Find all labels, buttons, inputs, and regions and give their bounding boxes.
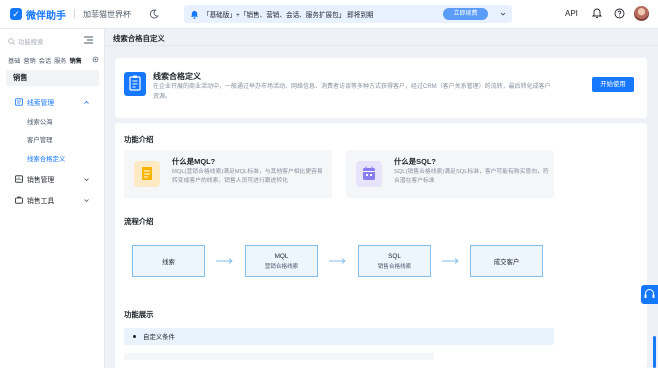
moon-icon[interactable] (149, 9, 159, 19)
search-input[interactable]: 功能搜索 (18, 37, 44, 46)
tab-service[interactable]: 服务 (54, 56, 66, 65)
arrow-right-icon (442, 258, 459, 264)
org-name[interactable]: 加菲猫世界杯 (83, 9, 131, 20)
section-title-features: 功能介绍 (124, 135, 154, 144)
start-using-button[interactable]: 开始使用 (592, 77, 634, 92)
bullet-icon (133, 335, 136, 338)
notification-bell-icon[interactable] (592, 8, 602, 19)
hero-card: 线索合格定义 在企业开展的商业活动中，一般通过举办市场活动、网络信息、消费者访谈… (115, 58, 647, 118)
clipboard-icon (124, 72, 146, 96)
help-icon[interactable] (614, 8, 625, 19)
flow-step-name: 线索 (162, 258, 175, 266)
headset-icon (644, 289, 655, 298)
banner-text: 「基础版」+「销售、营销、会话、服务扩展包」 即将到期 (203, 12, 374, 19)
sidebar-group-label: 线索管理 (27, 100, 55, 107)
chevron-down-icon (84, 198, 89, 202)
arrow-right-icon (329, 258, 346, 264)
sql-title: 什么是SQL? (394, 157, 436, 166)
condition-preview (124, 353, 434, 360)
app-logo[interactable]: ✓ 微伴助手 (10, 7, 66, 22)
hero-title: 线索合格定义 (153, 72, 201, 81)
chevron-down-icon[interactable] (498, 9, 508, 19)
flow-step-name: MQL (274, 252, 289, 260)
renewal-banner: 「基础版」+「销售、营销、会话、服务扩展包」 即将到期 立即续费 (184, 5, 512, 23)
scrollbar-thumb[interactable] (653, 336, 656, 368)
search-icon (8, 37, 15, 45)
title-divider (105, 45, 658, 46)
flow-step-name: SQL (388, 252, 401, 260)
custom-condition-label: 自定义条件 (143, 334, 175, 341)
renew-button[interactable]: 立即续费 (443, 8, 488, 20)
app-name: 微伴助手 (26, 10, 66, 22)
sidebar-group-label: 销售管理 (27, 177, 55, 184)
tab-chat[interactable]: 会话 (39, 56, 51, 65)
mql-title: 什么是MQL? (172, 157, 216, 166)
custom-condition-bar[interactable]: 自定义条件 (124, 328, 554, 345)
section-title-showcase: 功能展示 (124, 310, 154, 319)
mql-description: MQL(营销合格线索)满足MQL标准，与其他客户相比更容易转变成客户的线索，销售… (172, 169, 323, 184)
arrow-right-icon (216, 258, 233, 264)
flow-step-desc: 营销合格线索 (264, 263, 299, 270)
flow-step-sql: SQL 销售合格线索 (358, 245, 431, 277)
calendar-icon (356, 161, 382, 187)
header-divider (74, 9, 75, 19)
function-search[interactable]: 功能搜索 (8, 36, 82, 46)
tab-basic[interactable]: 基础 (8, 56, 20, 65)
sidebar-item-lead-pool[interactable]: 线索公海 (27, 117, 53, 126)
main-content: 线索合格自定义 线索合格定义 在企业开展的商业活动中，一般通过举办市场活动、网络… (105, 29, 658, 368)
tab-sales[interactable]: 销售 (70, 56, 82, 65)
lead-icon (15, 98, 23, 106)
checkmark-logo-icon: ✓ (10, 8, 22, 20)
bell-icon (190, 10, 199, 19)
category-title: 销售 (6, 70, 99, 86)
sidebar-group-label: 销售工具 (27, 198, 55, 205)
section-title-flow: 流程介绍 (124, 217, 154, 226)
sql-description: SQL(销售合格线索)满足SQL标准，客户可能有购买意向，符合潜在客户标准 (394, 169, 549, 184)
flow-step-deal: 成交客户 (470, 245, 543, 277)
flow-step-name: 成交客户 (493, 258, 520, 266)
details-card: 功能介绍 什么是MQL? MQL(营销合格线索)满足MQL标准，与其他客户相比更… (115, 123, 647, 368)
document-icon (134, 161, 160, 187)
user-avatar[interactable] (634, 6, 649, 21)
sidebar-group-sales-management[interactable]: 销售管理 (0, 172, 105, 186)
gear-icon[interactable] (92, 56, 99, 63)
api-link[interactable]: API (565, 9, 578, 18)
sidebar-group-lead-management[interactable]: 线索管理 (0, 95, 105, 109)
sidebar: 功能搜索 基础 营销 会话 服务 销售 销售 线索管理 线索公海 客户管理 线索… (0, 29, 105, 368)
chevron-up-icon (84, 100, 89, 104)
tab-marketing[interactable]: 营销 (23, 56, 35, 65)
chevron-down-icon (84, 177, 89, 181)
page-title: 线索合格自定义 (113, 34, 165, 43)
sidebar-item-customer-management[interactable]: 客户管理 (27, 135, 53, 144)
hero-description: 在企业开展的商业活动中，一般通过举办市场活动、网络信息、消费者访谈等多种方式获得… (153, 84, 551, 100)
menu-fold-icon[interactable] (84, 36, 93, 44)
sidebar-group-sales-tools[interactable]: 销售工具 (0, 193, 105, 207)
flow-step-mql: MQL 营销合格线索 (245, 245, 318, 277)
module-tabs: 基础 营销 会话 服务 销售 (8, 56, 82, 65)
flow-step-desc: 销售合格线索 (377, 263, 412, 270)
sidebar-item-lead-qualification[interactable]: 线索合格定义 (27, 154, 65, 163)
sales-management-icon (15, 175, 23, 183)
flow-step-lead: 线索 (132, 245, 205, 277)
customer-service-float-button[interactable] (641, 285, 658, 304)
sql-intro-card: 什么是SQL? SQL(销售合格线索)满足SQL标准，客户可能有购买意向，符合潜… (346, 150, 554, 198)
mql-intro-card: 什么是MQL? MQL(营销合格线索)满足MQL标准，与其他客户相比更容易转变成… (124, 150, 332, 198)
toolbox-icon (15, 196, 23, 204)
